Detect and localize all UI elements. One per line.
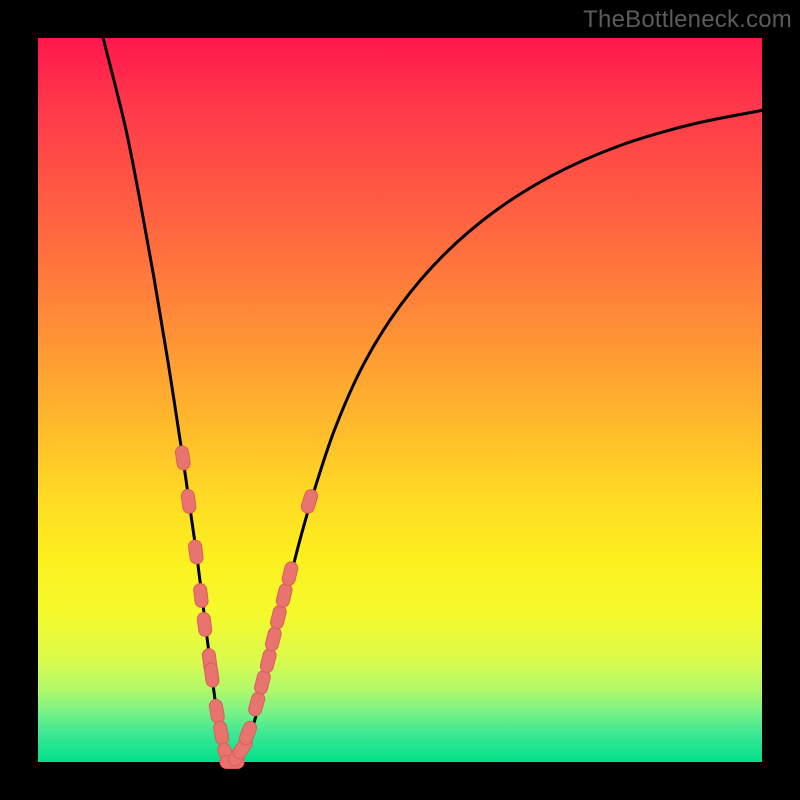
curve-marker: [275, 582, 293, 608]
bottleneck-curve: [103, 38, 762, 762]
curve-marker: [180, 489, 196, 515]
curve-marker: [213, 720, 230, 746]
curve-marker: [237, 719, 258, 746]
curve-marker: [197, 612, 213, 637]
curve-marker: [188, 539, 204, 565]
curve-marker: [193, 583, 209, 608]
curve-marker: [208, 698, 225, 724]
curve-marker: [300, 488, 320, 515]
curve-marker: [269, 604, 287, 630]
curve-marker: [259, 647, 277, 673]
curve-marker: [253, 669, 271, 695]
bottleneck-curve-path: [103, 38, 762, 762]
highlighted-points: [175, 445, 320, 768]
curve-marker: [175, 445, 191, 471]
curve-layer: [38, 38, 762, 762]
chart-frame: TheBottleneck.com: [0, 0, 800, 800]
curve-marker: [204, 662, 220, 688]
watermark-text: TheBottleneck.com: [583, 6, 792, 34]
curve-marker: [247, 691, 266, 718]
curve-marker: [281, 561, 299, 587]
plot-area: [38, 38, 762, 762]
curve-marker: [264, 626, 282, 652]
